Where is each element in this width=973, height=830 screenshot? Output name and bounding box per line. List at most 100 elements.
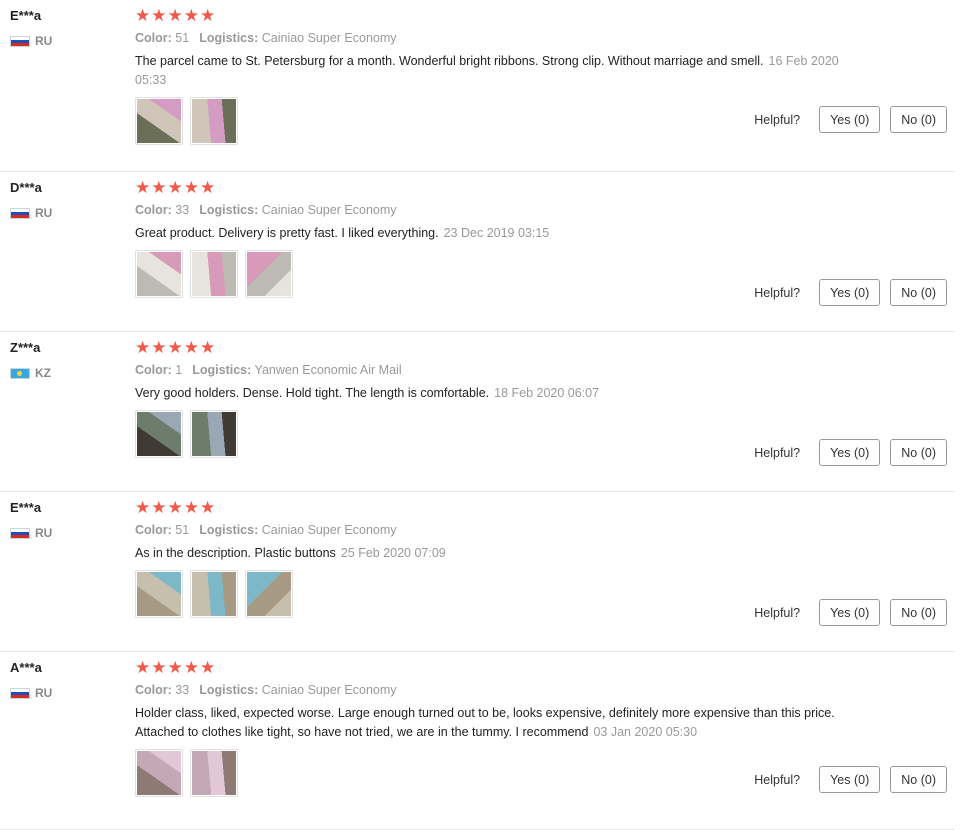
star-icon: ★ (200, 498, 215, 517)
review-item: Z***a KZ ★ ★ ★ ★ ★ Color: 1 Logistics: Yanwen Ec… (0, 332, 955, 492)
flag-ru-icon (10, 35, 30, 47)
helpful-no-button[interactable]: No (0) (890, 766, 947, 793)
review-photo-thumbnail[interactable] (190, 749, 238, 797)
helpful-yes-button[interactable]: Yes (0) (819, 279, 881, 306)
order-info: Color: 51 Logistics: Cainiao Super Econom… (135, 30, 955, 46)
color-value: 33 (175, 203, 190, 217)
order-info: Color: 33 Logistics: Cainiao Super Econom… (135, 682, 955, 698)
review-photo-thumbnail[interactable] (135, 250, 183, 298)
star-icon: ★ (167, 178, 183, 197)
helpful-yes-button[interactable]: Yes (0) (819, 599, 881, 626)
country-code: KZ (35, 366, 51, 380)
star-icon: ★ (200, 338, 215, 357)
helpful-vote: Helpful? Yes (0) No (0) (754, 599, 947, 626)
star-icon: ★ (167, 658, 183, 677)
star-icon: ★ (151, 658, 166, 677)
review-item: D***a RU ★ ★ ★ ★ ★ Color: 33 Logistics: Cainiao … (0, 172, 955, 332)
review-photo-thumbnail[interactable] (190, 570, 238, 618)
rating-stars: ★ ★ ★ ★ ★ (135, 179, 955, 196)
helpful-no-button[interactable]: No (0) (890, 439, 947, 466)
review-photo-thumbnail[interactable] (190, 410, 238, 458)
helpful-no-button[interactable]: No (0) (890, 106, 947, 133)
review-date: 18 Feb 2020 06:07 (494, 386, 600, 400)
star-icon: ★ (135, 338, 150, 357)
photo-image (192, 751, 236, 795)
reviewer-name: D***a (10, 180, 42, 195)
feedback-list: E***a RU ★ ★ ★ ★ ★ Color: 51 Logistics: Cainiao … (0, 0, 973, 830)
review-photo-thumbnail[interactable] (135, 570, 183, 618)
color-label: Color: (135, 203, 172, 217)
country-code: RU (35, 206, 53, 220)
reviewer-info: D***a RU (10, 180, 120, 220)
review-date: 25 Feb 2020 07:09 (340, 546, 446, 560)
color-label: Color: (135, 523, 172, 537)
review-photo-thumbnail[interactable] (135, 97, 183, 145)
logistics-value: Cainiao Super Economy (261, 203, 397, 217)
rating-stars: ★ ★ ★ ★ ★ (135, 499, 955, 516)
star-icon: ★ (183, 178, 199, 197)
review-text: The parcel came to St. Petersburg for a … (135, 52, 850, 90)
logistics-value: Yanwen Economic Air Mail (254, 363, 402, 377)
order-info: Color: 33 Logistics: Cainiao Super Econom… (135, 202, 955, 218)
helpful-no-button[interactable]: No (0) (890, 599, 947, 626)
color-label: Color: (135, 683, 172, 697)
reviewer-name: E***a (10, 500, 42, 515)
rating-stars: ★ ★ ★ ★ ★ (135, 659, 955, 676)
review-photo-thumbnail[interactable] (245, 570, 293, 618)
review-photo-thumbnail[interactable] (190, 97, 238, 145)
logistics-label: Logistics: (199, 523, 259, 537)
flag-ru-icon (10, 687, 30, 699)
reviewer-info: E***a RU (10, 8, 120, 48)
logistics-value: Cainiao Super Economy (261, 683, 397, 697)
photo-image (137, 412, 181, 456)
color-value: 33 (175, 683, 190, 697)
helpful-yes-button[interactable]: Yes (0) (819, 439, 881, 466)
helpful-label: Helpful? (754, 285, 801, 300)
reviewer-country: RU (10, 206, 120, 220)
review-photo-thumbnail[interactable] (190, 250, 238, 298)
star-icon: ★ (151, 338, 166, 357)
helpful-yes-button[interactable]: Yes (0) (819, 106, 881, 133)
helpful-no-button[interactable]: No (0) (890, 279, 947, 306)
reviewer-name: Z***a (10, 340, 41, 355)
logistics-label: Logistics: (199, 203, 259, 217)
helpful-vote: Helpful? Yes (0) No (0) (754, 279, 947, 306)
photo-image (247, 252, 291, 296)
helpful-yes-button[interactable]: Yes (0) (819, 766, 881, 793)
review-photo-thumbnail[interactable] (245, 250, 293, 298)
review-body: Holder class, liked, expected worse. Lar… (135, 706, 835, 739)
review-text: Great product. Delivery is pretty fast. … (135, 224, 850, 243)
reviewer-info: E***a RU (10, 500, 120, 540)
review-body: Very good holders. Dense. Hold tight. Th… (135, 386, 490, 400)
review-photo-thumbnail[interactable] (135, 410, 183, 458)
color-label: Color: (135, 363, 172, 377)
star-icon: ★ (183, 338, 199, 357)
reviewer-country: RU (10, 34, 120, 48)
star-icon: ★ (200, 658, 215, 677)
country-code: RU (35, 686, 53, 700)
photo-image (192, 99, 236, 143)
reviewer-name: E***a (10, 8, 42, 23)
reviewer-info: Z***a KZ (10, 340, 120, 380)
color-value: 1 (175, 363, 183, 377)
order-info: Color: 51 Logistics: Cainiao Super Econom… (135, 522, 955, 538)
helpful-vote: Helpful? Yes (0) No (0) (754, 106, 947, 133)
star-icon: ★ (151, 498, 166, 517)
color-value: 51 (175, 31, 190, 45)
review-text: Holder class, liked, expected worse. Lar… (135, 704, 850, 742)
review-item: A***a RU ★ ★ ★ ★ ★ Color: 33 Logistics: Cainiao … (0, 652, 955, 830)
star-icon: ★ (183, 498, 199, 517)
review-photo-thumbnail[interactable] (135, 749, 183, 797)
star-icon: ★ (183, 6, 199, 25)
flag-ru-icon (10, 527, 30, 539)
country-code: RU (35, 34, 53, 48)
rating-stars: ★ ★ ★ ★ ★ (135, 7, 955, 24)
star-icon: ★ (167, 338, 183, 357)
review-text: Very good holders. Dense. Hold tight. Th… (135, 384, 850, 403)
helpful-vote: Helpful? Yes (0) No (0) (754, 439, 947, 466)
photo-image (247, 572, 291, 616)
review-body: Great product. Delivery is pretty fast. … (135, 226, 439, 240)
country-code: RU (35, 526, 53, 540)
star-icon: ★ (167, 498, 183, 517)
logistics-label: Logistics: (199, 683, 259, 697)
